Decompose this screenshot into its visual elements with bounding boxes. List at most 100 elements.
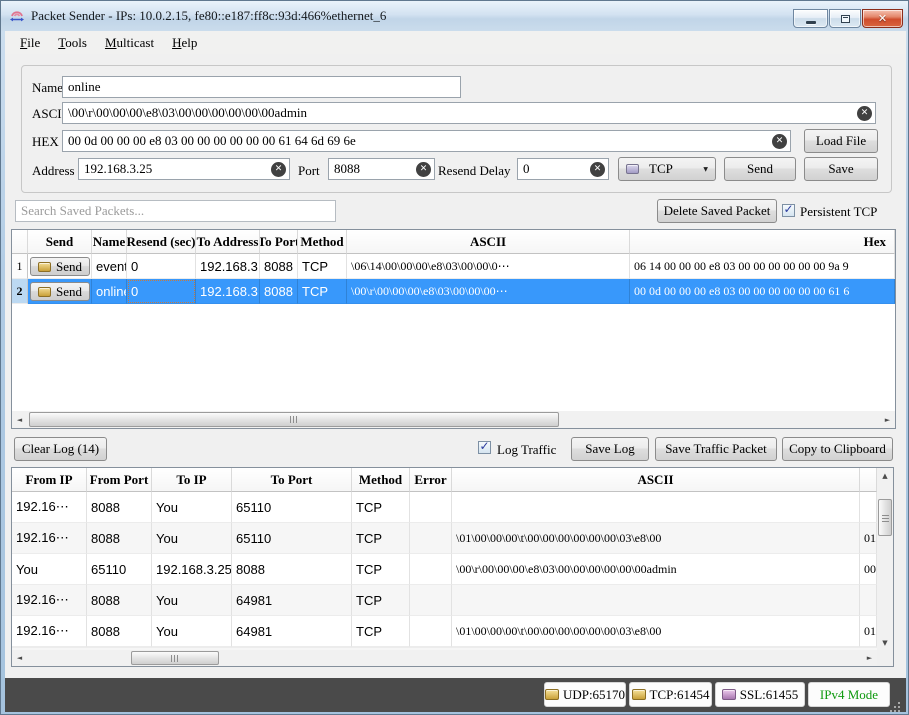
log-header-ascii[interactable]: ASCII: [452, 468, 860, 492]
minimize-button[interactable]: [793, 9, 828, 28]
method-cell[interactable]: TCP: [352, 523, 410, 554]
copy-to-clipboard-button[interactable]: Copy to Clipboard: [782, 437, 893, 461]
hex-input[interactable]: [66, 133, 772, 149]
resend-cell[interactable]: 0: [127, 254, 196, 279]
scroll-right-icon[interactable]: ►: [862, 650, 877, 666]
clear-hex-icon[interactable]: ✕: [772, 134, 787, 149]
hscrollbar-thumb[interactable]: [29, 412, 559, 427]
error-cell[interactable]: [410, 492, 452, 523]
to-port-cell[interactable]: 8088: [260, 254, 298, 279]
load-file-button[interactable]: Load File: [804, 129, 878, 153]
restore-button[interactable]: [829, 9, 861, 28]
log-header-error[interactable]: Error: [410, 468, 452, 492]
from-ip-cell[interactable]: You: [12, 554, 87, 585]
to-port-cell[interactable]: 8088: [232, 554, 352, 585]
scroll-right-icon[interactable]: ►: [880, 411, 895, 428]
saved-header-to-port[interactable]: To Port: [260, 230, 298, 254]
ipv4-mode-button[interactable]: IPv4 Mode: [808, 682, 890, 707]
to-port-cell[interactable]: 65110: [232, 492, 352, 523]
vscrollbar-thumb[interactable]: [878, 499, 892, 536]
row-send-button[interactable]: Send: [30, 257, 90, 276]
clear-log-button[interactable]: Clear Log (14): [14, 437, 107, 461]
hex-cell[interactable]: [860, 585, 877, 616]
from-ip-cell[interactable]: 192.16⋯: [12, 492, 87, 523]
protocol-select[interactable]: TCP ▼: [618, 157, 716, 181]
from-ip-cell[interactable]: 192.16⋯: [12, 616, 87, 647]
resize-grip[interactable]: [898, 702, 900, 704]
saved-header-ascii[interactable]: ASCII: [347, 230, 630, 254]
method-cell[interactable]: TCP: [298, 254, 347, 279]
ascii-cell[interactable]: \01\00\00\00\t\00\00\00\00\00\00\03\e8\0…: [452, 616, 860, 647]
ascii-input[interactable]: [66, 105, 857, 121]
row-send-button[interactable]: Send: [30, 282, 90, 301]
menu-multicast[interactable]: Multicast: [96, 33, 163, 53]
menu-file[interactable]: File: [11, 33, 49, 53]
saved-header-to-address[interactable]: To Address: [196, 230, 260, 254]
log-traffic-checkbox[interactable]: ✓: [478, 441, 491, 454]
method-cell[interactable]: TCP: [352, 554, 410, 585]
close-button[interactable]: ✕: [862, 9, 903, 28]
delete-saved-packet-button[interactable]: Delete Saved Packet: [657, 199, 777, 223]
error-cell[interactable]: [410, 554, 452, 585]
hex-cell[interactable]: 01: [860, 616, 877, 647]
port-field[interactable]: ✕: [328, 158, 435, 180]
clear-ascii-icon[interactable]: ✕: [857, 106, 872, 121]
hex-cell[interactable]: 00 0d 00 00 00 e8 03 00 00 00 00 00 00 6…: [630, 279, 895, 304]
to-port-cell[interactable]: 65110: [232, 523, 352, 554]
method-cell[interactable]: TCP: [298, 279, 347, 304]
hscrollbar-thumb[interactable]: [131, 651, 219, 665]
ascii-cell[interactable]: \01\00\00\00\t\00\00\00\00\00\00\03\e8\0…: [452, 523, 860, 554]
log-header-hex-partial[interactable]: [860, 468, 877, 492]
to-port-cell[interactable]: 64981: [232, 616, 352, 647]
scroll-up-icon[interactable]: ▲: [877, 468, 893, 483]
ascii-field[interactable]: ✕: [62, 102, 876, 124]
clear-address-icon[interactable]: ✕: [271, 162, 286, 177]
to-ip-cell[interactable]: 192.168.3.25: [152, 554, 232, 585]
ssl-port-button[interactable]: SSL:61455: [715, 682, 805, 707]
tcp-port-button[interactable]: TCP:61454: [629, 682, 712, 707]
udp-port-button[interactable]: UDP:65170: [544, 682, 626, 707]
error-cell[interactable]: [410, 585, 452, 616]
address-field[interactable]: ✕: [78, 158, 290, 180]
scroll-left-icon[interactable]: ◄: [12, 650, 27, 666]
log-header-to-ip[interactable]: To IP: [152, 468, 232, 492]
ascii-cell[interactable]: \06\14\00\00\00\e8\03\00\00\0⋯: [347, 254, 630, 279]
ascii-cell[interactable]: [452, 492, 860, 523]
saved-header-resend[interactable]: Resend (sec): [127, 230, 196, 254]
save-log-button[interactable]: Save Log: [571, 437, 649, 461]
to-address-cell[interactable]: 192.168.3.25: [196, 254, 260, 279]
saved-header-method[interactable]: Method: [298, 230, 347, 254]
saved-table-hscrollbar[interactable]: ◄ ►: [12, 411, 895, 428]
from-port-cell[interactable]: 8088: [87, 616, 152, 647]
name-input[interactable]: [66, 79, 457, 95]
hex-cell[interactable]: 00: [860, 554, 877, 585]
error-cell[interactable]: [410, 616, 452, 647]
send-button[interactable]: Send: [724, 157, 796, 181]
hex-field[interactable]: ✕: [62, 130, 791, 152]
log-header-method[interactable]: Method: [352, 468, 410, 492]
ascii-cell[interactable]: \00\r\00\00\00\e8\03\00\00\00⋯: [347, 279, 630, 304]
error-cell[interactable]: [410, 523, 452, 554]
to-port-cell[interactable]: 64981: [232, 585, 352, 616]
to-port-cell[interactable]: 8088: [260, 279, 298, 304]
clear-port-icon[interactable]: ✕: [416, 162, 431, 177]
hex-cell[interactable]: 01: [860, 523, 877, 554]
clear-resend-icon[interactable]: ✕: [590, 162, 605, 177]
to-ip-cell[interactable]: You: [152, 492, 232, 523]
to-ip-cell[interactable]: You: [152, 585, 232, 616]
to-ip-cell[interactable]: You: [152, 616, 232, 647]
log-header-to-port[interactable]: To Port: [232, 468, 352, 492]
search-input[interactable]: [19, 203, 332, 219]
from-ip-cell[interactable]: 192.16⋯: [12, 523, 87, 554]
resend-delay-input[interactable]: [521, 161, 590, 177]
saved-header-hex[interactable]: Hex: [630, 230, 895, 254]
from-port-cell[interactable]: 8088: [87, 523, 152, 554]
name-field[interactable]: [62, 76, 461, 98]
method-cell[interactable]: TCP: [352, 492, 410, 523]
name-cell[interactable]: event: [92, 254, 127, 279]
saved-header-name[interactable]: Name: [92, 230, 127, 254]
from-ip-cell[interactable]: 192.16⋯: [12, 585, 87, 616]
log-table-vscrollbar[interactable]: ▲ ▼: [877, 468, 893, 650]
ascii-cell[interactable]: \00\r\00\00\00\e8\03\00\00\00\00\00\00ad…: [452, 554, 860, 585]
save-traffic-packet-button[interactable]: Save Traffic Packet: [655, 437, 777, 461]
